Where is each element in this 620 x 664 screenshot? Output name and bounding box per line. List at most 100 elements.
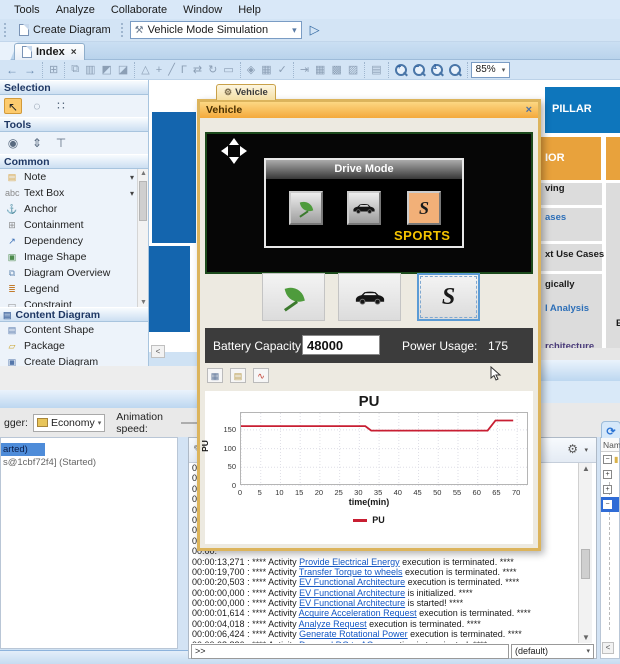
run-simulation-button[interactable]: ▷ [310,22,320,38]
create-diagram-button[interactable]: Create Diagram [13,22,117,38]
palette-item[interactable]: abc Text Box ▾ [0,185,148,201]
console-prompt-input[interactable]: >> [191,644,509,659]
simulation-config-select[interactable]: ⚒ Vehicle Mode Simulation ▾ [130,21,302,39]
palette-item[interactable]: ▤ Note ▾ [0,169,148,185]
diagram-block[interactable] [149,246,190,332]
palette-scrollbar[interactable]: ▲▼ [137,169,148,307]
vehicle-window-titlebar[interactable]: Vehicle × [200,102,538,118]
diagram-cell-label[interactable]: l Analysis [545,303,589,314]
tree-expand-toggle[interactable]: + [603,485,612,494]
diagram-cell-label[interactable]: ving [545,183,565,194]
palette-section-common[interactable]: Common [0,154,148,169]
selection-tool-icon[interactable]: ↖ [4,98,22,114]
close-icon[interactable]: × [526,104,532,116]
tree-expand-toggle[interactable]: − [603,455,612,464]
clipboard-icon[interactable]: ▥ [82,63,98,76]
shape-tool-icon[interactable]: ✓ [275,63,290,76]
magnifier-icon[interactable]: − [412,63,426,77]
magnifier-icon[interactable]: + [394,63,408,77]
page-tool-icon[interactable]: ▤ [368,63,384,76]
chevron-down-icon[interactable]: ▾ [584,446,588,454]
layout-tool-icon[interactable]: ╱ [165,63,178,76]
diagram-cell-label[interactable]: ases [545,212,566,223]
zoom-level-select[interactable]: 85% ▾ [471,62,511,78]
tree-node[interactable]: + [601,467,619,482]
activity-link[interactable]: EV Functional Architecture [299,577,405,587]
palette-tool-icon[interactable]: ⇕ [28,135,46,151]
shape-tool-icon[interactable]: ◈ [244,63,258,76]
activity-link[interactable]: EV Functional Architecture [299,598,405,608]
diagram-block[interactable] [152,112,196,243]
align-tool-icon[interactable]: ▦ [312,63,328,76]
panel-splitter[interactable] [178,437,188,659]
trigger-select[interactable]: Economy ▾ [33,414,105,432]
tree-node[interactable]: − [601,497,619,512]
diagram-cell-label[interactable]: xt Use Cases [545,249,604,260]
palette-item[interactable]: ▭ Constraint [0,297,148,307]
session-list-item[interactable]: arted) [1,443,45,456]
toolbar-grip[interactable] [121,23,126,37]
close-icon[interactable]: × [71,47,77,58]
palette-item[interactable]: ↗ Dependency [0,233,148,249]
containment-tree-icon[interactable]: ⊞ [46,63,61,76]
align-tool-icon[interactable]: ⇥ [297,63,312,76]
clipboard-icon[interactable]: ⧉ [68,63,82,76]
menu-item[interactable]: Collaborate [103,2,175,18]
palette-item[interactable]: ▣ Image Shape [0,249,148,265]
layout-tool-icon[interactable]: ↻ [205,63,220,76]
palette-section-content-diagram[interactable]: ▤ Content Diagram [0,307,148,322]
menu-item[interactable]: Window [175,2,230,18]
chevron-down-icon[interactable]: ▾ [130,173,134,182]
eco-mode-indicator[interactable] [289,191,323,225]
clipboard-icon[interactable]: ◪ [115,63,131,76]
selection-tool-icon[interactable]: ∷ [52,98,70,114]
palette-item[interactable]: ⊞ Containment [0,217,148,233]
layout-tool-icon[interactable]: ⇄ [190,63,205,76]
layout-tool-icon[interactable]: Γ [178,64,190,76]
align-tool-icon[interactable]: ▩ [328,63,344,76]
shape-tool-icon[interactable]: ▦ [258,63,274,76]
align-tool-icon[interactable]: ▨ [345,63,361,76]
tree-node[interactable]: − ▮ [601,452,619,467]
variables-name-column-header[interactable]: Nam [601,438,619,452]
activity-link[interactable]: Acquire Acceleration Request [299,608,417,618]
activity-link[interactable]: Transfer Torque to wheels [299,567,403,577]
tab-index[interactable]: Index × [14,43,85,60]
diagram-pillar-header[interactable]: PILLAR [545,87,620,133]
palette-item[interactable]: ⧉ Diagram Overview [0,265,148,281]
layout-tool-icon[interactable]: △ [138,63,152,76]
layout-tool-icon[interactable]: + [153,64,165,76]
tree-node[interactable]: + [601,482,619,497]
activity-link[interactable]: Analyze Request [299,619,367,629]
palette-item[interactable]: ⚓ Anchor [0,201,148,217]
diagram-behavior-header[interactable]: IOR [541,137,601,180]
palette-item[interactable]: ▱ Package [0,338,148,354]
eco-mode-button[interactable] [262,273,325,321]
battery-capacity-input[interactable] [302,335,380,355]
normal-mode-button[interactable] [338,273,401,321]
session-list-item[interactable]: s@1cbf72f4] (Started) [1,456,177,469]
console-context-select[interactable]: (default) ▾ [511,644,594,659]
chevron-down-icon[interactable]: ▾ [130,189,134,198]
menu-item[interactable]: Help [230,2,269,18]
animation-speed-slider[interactable] [181,422,197,424]
menu-item[interactable]: Analyze [48,2,103,18]
clipboard-icon[interactable]: ◩ [98,63,114,76]
activity-link[interactable]: Generate Rotational Power [299,629,408,639]
nav-arrow-icon[interactable]: ← [3,63,21,77]
palette-tool-icon[interactable]: ⊤ [52,135,70,151]
magnifier-icon[interactable]: 1 [430,63,444,77]
nav-arrow-icon[interactable]: → [21,63,39,77]
chart-toolbar-icon[interactable]: ▤ [230,368,246,383]
palette-item[interactable]: ≣ Legend [0,281,148,297]
palette-section-tools[interactable]: Tools [0,117,148,132]
gear-icon[interactable]: ⚙ [567,442,578,456]
toolbar-grip[interactable] [4,23,9,37]
sports-mode-indicator[interactable]: S [407,191,441,225]
activity-link[interactable]: Demand DC to AC [299,640,373,643]
layout-tool-icon[interactable]: ▭ [220,63,236,76]
diagram-cell-label[interactable]: gically [545,279,575,290]
magnifier-icon[interactable] [448,63,462,77]
palette-section-selection[interactable]: Selection [0,80,148,95]
tree-expand-toggle[interactable]: + [603,470,612,479]
